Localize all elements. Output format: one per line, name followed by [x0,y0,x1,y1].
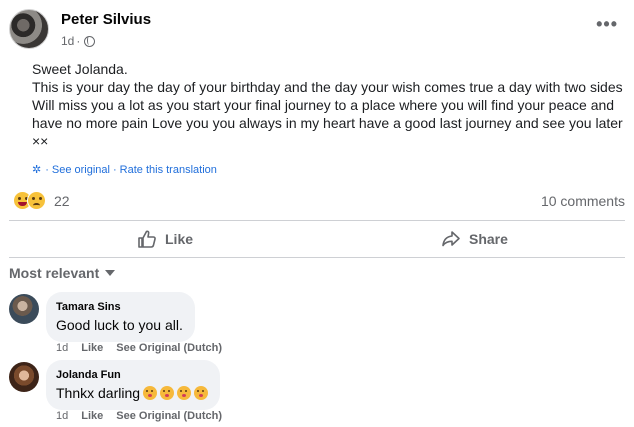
comment-time[interactable]: 1d [56,410,68,422]
comment-time[interactable]: 1d [56,342,68,354]
comment-bubble: Tamara Sins Good luck to you all. [46,292,195,342]
post-body-line: ×× [32,133,49,149]
comment-actions: 1d Like See Original (Dutch) [56,342,222,354]
comment-count[interactable]: 10 comments [541,193,625,209]
author-name[interactable]: Peter Silvius [61,11,151,29]
comment-text: Thnkx darling [56,385,141,401]
caret-down-icon [105,270,116,276]
sort-label: Most relevant [9,265,100,281]
post-header: Peter Silvius 1d · [9,9,151,49]
meta-separator: · [76,34,81,48]
kiss-emoji-icon [194,386,209,400]
comment-like-button[interactable]: Like [81,410,103,422]
comment-bubble: Jolanda Fun Thnkx darling [46,360,221,410]
comment-text-row: Thnkx darling [56,384,209,402]
share-button[interactable]: Share [441,229,508,249]
comment-actions: 1d Like See Original (Dutch) [56,410,222,422]
divider [9,257,625,258]
see-original-link[interactable]: See original [52,164,110,176]
share-label: Share [469,231,508,247]
divider [9,220,625,221]
comment-see-original-link[interactable]: See Original (Dutch) [116,410,222,422]
reactions-summary[interactable]: 22 [13,191,70,210]
comment-item: Tamara Sins Good luck to you all. [9,292,195,342]
commenter-avatar[interactable] [9,362,39,392]
comment-see-original-link[interactable]: See Original (Dutch) [116,342,222,354]
like-button[interactable]: Like [137,229,193,249]
post-body-line: Will miss you a lot as you start your fi… [32,97,615,113]
post-greeting: Sweet Jolanda. [32,61,128,77]
like-label: Like [165,231,194,247]
rate-translation-link[interactable]: Rate this translation [120,164,217,176]
post-time[interactable]: 1d [61,33,74,49]
post-meta: 1d · [61,33,151,49]
globe-icon[interactable] [84,35,96,47]
kiss-emoji-icon [143,386,158,400]
commenter-avatar[interactable] [9,294,39,324]
comment-like-button[interactable]: Like [81,342,103,354]
translation-separator: · [112,163,117,176]
comment-item: Jolanda Fun Thnkx darling [9,360,221,410]
post-body-line: This is your day the day of your birthda… [32,79,623,95]
translation-separator: · [45,163,49,176]
comment-sort-dropdown[interactable]: Most relevant [9,265,116,281]
kiss-emoji-icon [177,386,192,400]
gear-icon[interactable]: ✲ [32,163,41,176]
share-icon [442,231,460,247]
post-text: Sweet Jolanda. This is your day the day … [32,60,627,150]
comment-text: Good luck to you all. [56,317,183,333]
sad-emoji-icon [27,191,46,210]
like-icon [138,230,156,248]
kiss-emoji-icon [160,386,175,400]
post-body-line: have no more pain Love you you always in… [32,115,623,131]
author-avatar[interactable] [9,9,49,49]
translation-bar: ✲ · See original · Rate this translation [32,163,217,177]
more-options-icon[interactable]: ••• [596,15,618,33]
commenter-name[interactable]: Tamara Sins [56,300,183,314]
commenter-name[interactable]: Jolanda Fun [56,368,208,382]
reaction-count[interactable]: 22 [54,193,70,209]
